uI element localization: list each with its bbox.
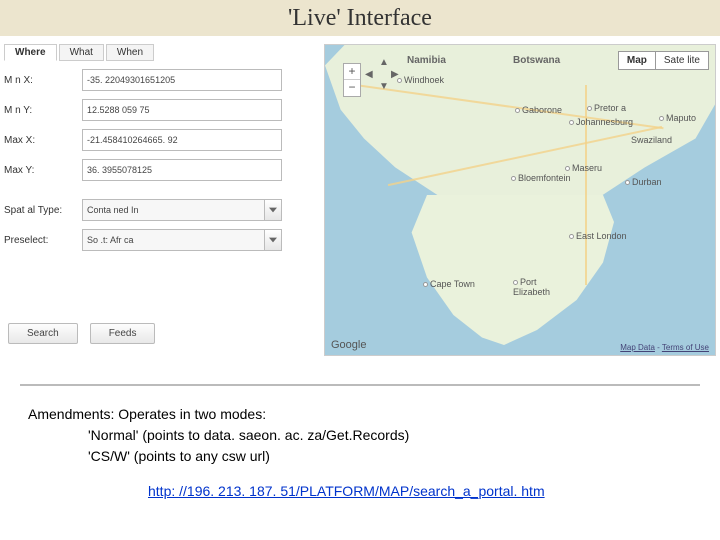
label-miny: M n Y: <box>4 105 82 116</box>
city-johannesburg: Johannesburg <box>569 117 633 127</box>
url-line: http: //196. 213. 187. 51/PLATFORM/MAP/s… <box>28 467 692 502</box>
map-type-satellite[interactable]: Sate lite <box>655 51 709 70</box>
city-eastlondon: East London <box>569 231 627 241</box>
pan-up-icon[interactable]: ▲ <box>379 57 389 68</box>
select-spatial[interactable] <box>82 199 265 221</box>
row-miny: M n Y: <box>4 99 316 121</box>
pan-left-icon[interactable]: ◀ <box>365 69 373 80</box>
city-capetown: Cape Town <box>423 279 475 289</box>
action-row: Search Feeds <box>4 319 316 348</box>
label-spatial: Spat al Type: <box>4 205 82 216</box>
zoom-control: + − <box>343 63 361 97</box>
city-bloemfontein: Bloemfontein <box>511 173 571 183</box>
label-maxy: Max Y: <box>4 165 82 176</box>
input-miny[interactable] <box>82 99 282 121</box>
zoom-in-button[interactable]: + <box>344 64 360 80</box>
feeds-button[interactable]: Feeds <box>90 323 156 344</box>
label-swaziland: Swaziland <box>631 135 672 145</box>
amend-line2: 'Normal' (points to data. saeon. ac. za/… <box>28 425 692 446</box>
city-gaborone: Gaborone <box>515 105 562 115</box>
amend-line3: 'CS/W' (points to any csw url) <box>28 446 692 467</box>
page-title: 'Live' Interface <box>288 5 432 32</box>
map-land <box>405 195 625 345</box>
city-maseru: Maseru <box>565 163 602 173</box>
label-maxx: Max X: <box>4 135 82 146</box>
row-spatial: Spat al Type: <box>4 199 316 221</box>
tab-strip: Where What When <box>4 44 316 61</box>
terms-link[interactable]: Terms of Use <box>662 343 709 352</box>
map-credits: Map Data - Terms of Use <box>620 343 709 352</box>
city-maputo: Maputo <box>659 113 696 123</box>
pan-control: ▲ ▼ ◀ ▶ <box>365 59 401 95</box>
left-panel: Where What When M n X: M n Y: Max X: Max… <box>0 44 320 356</box>
input-maxx[interactable] <box>82 129 282 151</box>
tab-where[interactable]: Where <box>4 44 57 61</box>
search-button[interactable]: Search <box>8 323 78 344</box>
label-preselect: Preselect: <box>4 235 82 246</box>
country-label-botswana: Botswana <box>513 55 560 66</box>
tab-what[interactable]: What <box>59 44 104 61</box>
select-preselect[interactable] <box>82 229 265 251</box>
row-minx: M n X: <box>4 69 316 91</box>
tab-when[interactable]: When <box>106 44 154 61</box>
country-label-namibia: Namibia <box>407 55 446 66</box>
city-windhoek: Windhoek <box>397 75 444 85</box>
map-type-switch: Map Sate lite <box>618 51 709 70</box>
dropdown-icon[interactable] <box>264 229 282 251</box>
map-type-map[interactable]: Map <box>618 51 655 70</box>
dropdown-icon[interactable] <box>264 199 282 221</box>
google-logo: Google <box>331 339 366 351</box>
map-road <box>585 85 587 285</box>
zoom-out-button[interactable]: − <box>344 80 360 96</box>
row-maxx: Max X: <box>4 129 316 151</box>
amend-line1: Amendments: Operates in two modes: <box>28 404 692 425</box>
city-pretoria: Pretor a <box>587 103 626 113</box>
row-maxy: Max Y: <box>4 159 316 181</box>
amendments-block: Amendments: Operates in two modes: 'Norm… <box>0 386 720 508</box>
map-panel[interactable]: + − ▲ ▼ ◀ ▶ Map Sate lite Namibia Botswa… <box>324 44 716 356</box>
header-band: 'Live' Interface <box>0 0 720 36</box>
input-maxy[interactable] <box>82 159 282 181</box>
portal-url-link[interactable]: http: //196. 213. 187. 51/PLATFORM/MAP/s… <box>148 483 545 499</box>
map-data-link[interactable]: Map Data <box>620 343 655 352</box>
row-preselect: Preselect: <box>4 229 316 251</box>
input-minx[interactable] <box>82 69 282 91</box>
label-minx: M n X: <box>4 75 82 86</box>
city-portelizabeth: Port Elizabeth <box>513 277 550 297</box>
main-area: Where What When M n X: M n Y: Max X: Max… <box>0 36 720 360</box>
pan-down-icon[interactable]: ▼ <box>379 81 389 92</box>
city-durban: Durban <box>625 177 662 187</box>
